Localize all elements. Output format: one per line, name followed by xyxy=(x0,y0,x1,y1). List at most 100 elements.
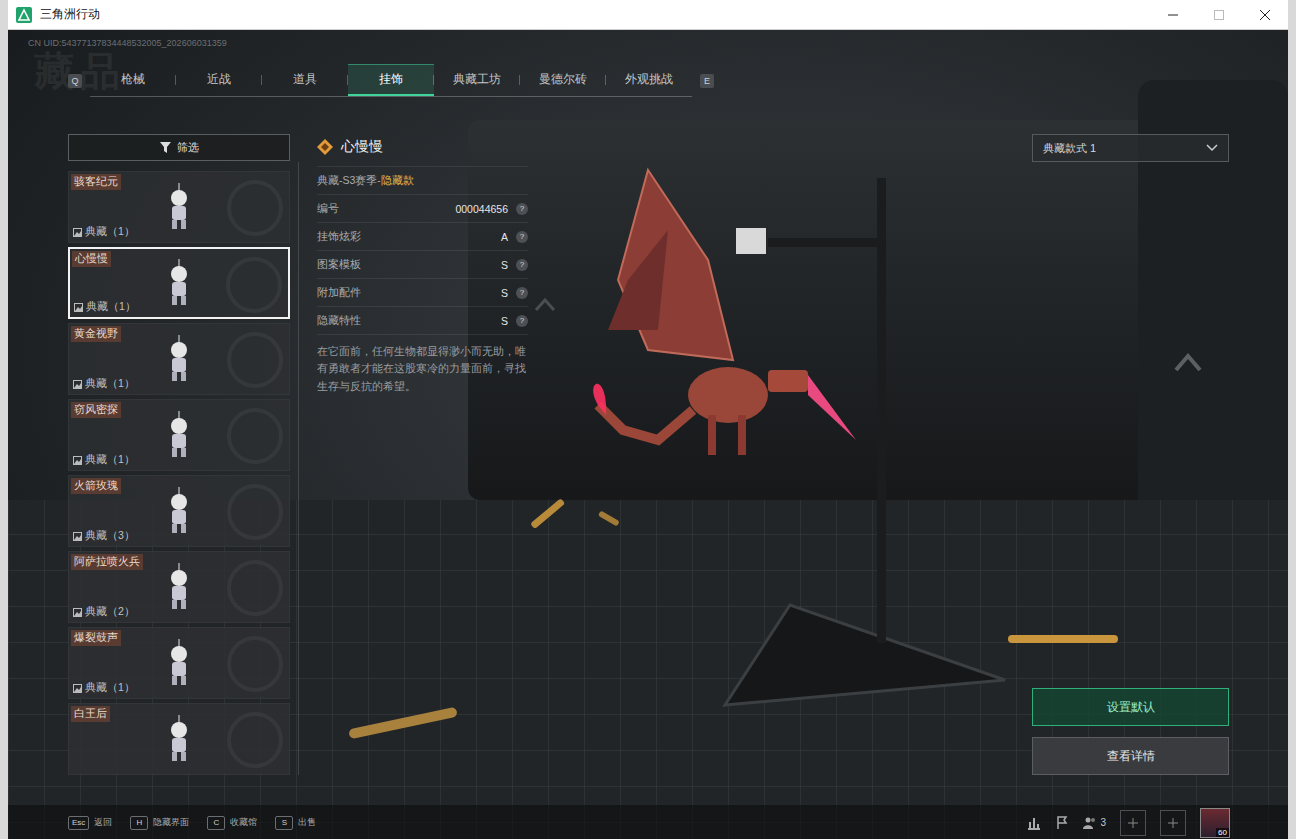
minimize-button[interactable] xyxy=(1150,0,1196,29)
item-name: 黄金视野 xyxy=(71,326,121,342)
item-tag: 典藏（3） xyxy=(73,529,135,543)
image-icon xyxy=(73,456,82,465)
maximize-icon xyxy=(1214,10,1224,20)
item-tag: 典藏（2） xyxy=(73,605,135,619)
item-name: 火箭玫瑰 xyxy=(71,478,121,494)
item-card[interactable]: 黄金视野典藏（1） xyxy=(68,323,290,395)
coin-emblem-icon xyxy=(227,408,283,464)
prev-tab-key[interactable]: Q xyxy=(68,74,82,88)
close-icon xyxy=(1260,10,1270,20)
flag-icon[interactable] xyxy=(1055,816,1069,830)
stats-icon[interactable] xyxy=(1027,816,1041,830)
attribute-row: 隐藏特性S? xyxy=(317,306,528,334)
item-name: 骇客纪元 xyxy=(71,174,121,190)
image-icon xyxy=(73,380,82,389)
header: 藏品CN UID:54377137834448532005_2026060313… xyxy=(8,30,1288,126)
player-avatar[interactable]: 60 xyxy=(1200,808,1230,838)
player-level: 60 xyxy=(1216,828,1229,837)
invite-slot[interactable] xyxy=(1160,810,1186,836)
item-card[interactable]: 阿萨拉喷火兵典藏（2） xyxy=(68,551,290,623)
item-card[interactable]: 窃风密探典藏（1） xyxy=(68,399,290,471)
item-thumbnail-icon xyxy=(162,639,196,687)
tab[interactable]: 外观挑战 xyxy=(606,64,692,96)
coin-emblem-icon xyxy=(227,560,283,616)
item-name: 阿萨拉喷火兵 xyxy=(71,554,143,570)
image-icon xyxy=(73,684,82,693)
image-icon xyxy=(73,532,82,541)
attribute-row: 附加配件S? xyxy=(317,278,528,306)
item-thumbnail-icon xyxy=(162,335,196,383)
tab-row: Q 枪械近战道具挂饰典藏工坊曼德尔砖外观挑战 E xyxy=(68,64,1288,97)
close-button[interactable] xyxy=(1242,0,1288,29)
item-card[interactable]: 骇客纪元典藏（1） xyxy=(68,171,290,243)
item-thumbnail-icon xyxy=(162,487,196,535)
image-icon xyxy=(73,228,82,237)
tab[interactable]: 道具 xyxy=(262,64,348,96)
tab[interactable]: 枪械 xyxy=(90,64,176,96)
item-tag: 典藏（1） xyxy=(74,300,136,314)
key-hint[interactable]: Esc返回 xyxy=(68,816,112,830)
coin-emblem-icon xyxy=(226,257,282,313)
game-view: 藏品CN UID:54377137834448532005_2026060313… xyxy=(8,30,1288,839)
detail-panel: 心慢慢典藏-S3赛季-隐藏款编号000044656?挂饰炫彩A?图案模板S?附加… xyxy=(317,134,528,775)
image-icon xyxy=(74,303,83,312)
tab[interactable]: 典藏工坊 xyxy=(434,64,520,96)
key-hint[interactable]: S出售 xyxy=(275,816,316,830)
detail-category: 典藏-S3赛季-隐藏款 xyxy=(317,166,528,194)
page-watermark: 藏品 xyxy=(34,44,126,99)
next-tab-key[interactable]: E xyxy=(700,74,714,88)
style-select[interactable]: 典藏款式 1 xyxy=(1032,134,1229,162)
help-button[interactable]: ? xyxy=(516,203,528,215)
bottom-bar: Esc返回 H隐藏界面 C收藏馆 S出售 3 60 xyxy=(8,805,1288,839)
maximize-button[interactable] xyxy=(1196,0,1242,29)
action-button[interactable]: 设置默认 xyxy=(1032,688,1229,726)
help-button[interactable]: ? xyxy=(516,287,528,299)
item-list: 骇客纪元典藏（1）心慢慢典藏（1）黄金视野典藏（1）窃风密探典藏（1）火箭玫瑰典… xyxy=(68,171,290,775)
item-card[interactable]: 白王后 xyxy=(68,703,290,775)
item-thumbnail-icon xyxy=(162,259,196,307)
tab[interactable]: 曼德尔砖 xyxy=(520,64,606,96)
item-tag: 典藏（1） xyxy=(73,681,135,695)
key-hint[interactable]: C收藏馆 xyxy=(207,816,257,830)
main-area: 筛选骇客纪元典藏（1）心慢慢典藏（1）黄金视野典藏（1）窃风密探典藏（1）火箭玫… xyxy=(8,126,1288,805)
tab[interactable]: 挂饰 xyxy=(348,64,434,96)
coin-emblem-icon xyxy=(227,712,283,768)
item-tag: 典藏（1） xyxy=(73,377,135,391)
item-tag: 典藏（1） xyxy=(73,453,135,467)
help-button[interactable]: ? xyxy=(516,315,528,327)
friends-button[interactable]: 3 xyxy=(1083,816,1106,830)
tab[interactable]: 近战 xyxy=(176,64,262,96)
item-card[interactable]: 爆裂鼓声典藏（1） xyxy=(68,627,290,699)
right-column: 典藏款式 1 设置默认查看详情 xyxy=(1032,134,1229,775)
uid-label: CN UID:54377137834448532005_202606031359 xyxy=(28,38,1288,48)
help-button[interactable]: ? xyxy=(516,259,528,271)
item-card[interactable]: 火箭玫瑰典藏（3） xyxy=(68,475,290,547)
people-icon xyxy=(1083,816,1097,830)
coin-emblem-icon xyxy=(227,636,283,692)
key-hint[interactable]: H隐藏界面 xyxy=(130,816,189,830)
plus-icon xyxy=(1168,818,1178,828)
attribute-row: 图案模板S? xyxy=(317,250,528,278)
item-thumbnail-icon xyxy=(162,563,196,611)
invite-slot[interactable] xyxy=(1120,810,1146,836)
coin-emblem-icon xyxy=(227,180,283,236)
item-name: 爆裂鼓声 xyxy=(71,630,121,646)
plus-icon xyxy=(1128,818,1138,828)
detail-description: 在它面前，任何生物都显得渺小而无助，唯有勇敢者才能在这股寒冷的力量面前，寻找生存… xyxy=(317,334,528,395)
help-button[interactable]: ? xyxy=(516,231,528,243)
item-name: 白王后 xyxy=(71,706,110,722)
window-title: 三角洲行动 xyxy=(40,6,100,23)
coin-emblem-icon xyxy=(227,332,283,388)
minimize-icon xyxy=(1168,10,1178,20)
chevron-down-icon xyxy=(1206,144,1218,152)
item-card[interactable]: 心慢慢典藏（1） xyxy=(68,247,290,319)
filter-icon xyxy=(160,142,171,153)
tab-bar: 枪械近战道具挂饰典藏工坊曼德尔砖外观挑战 xyxy=(90,64,692,97)
item-thumbnail-icon xyxy=(162,411,196,459)
game-window: 三角洲行动藏品CN UID:54377137834448532005_20260… xyxy=(8,0,1288,839)
image-icon xyxy=(73,608,82,617)
attribute-row: 挂饰炫彩A? xyxy=(317,222,528,250)
rarity-diamond-icon xyxy=(317,139,333,155)
filter-button[interactable]: 筛选 xyxy=(68,134,290,161)
action-button[interactable]: 查看详情 xyxy=(1032,737,1229,775)
